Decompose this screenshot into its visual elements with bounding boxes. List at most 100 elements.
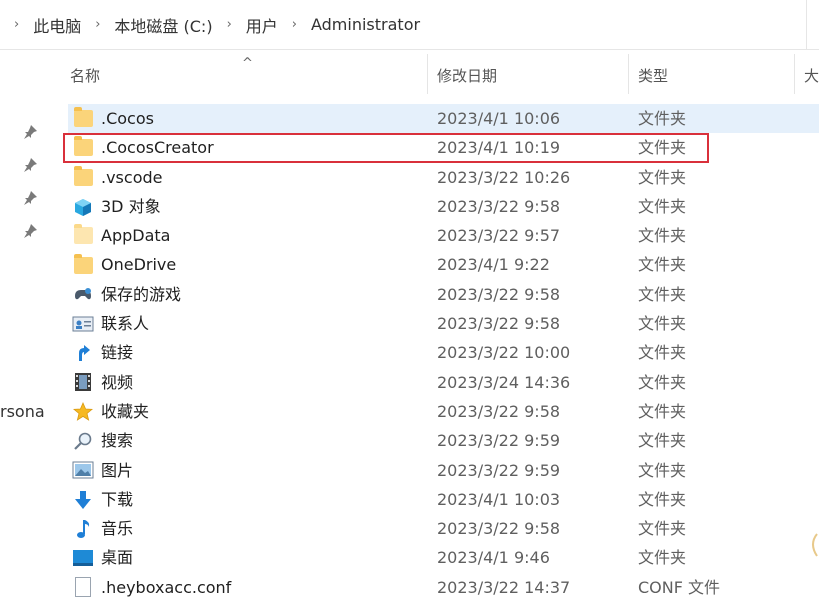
item-date: 2023/3/22 9:57 xyxy=(437,226,561,246)
item-name: 保存的游戏 xyxy=(101,284,182,304)
item-type: 文件夹 xyxy=(638,196,687,216)
list-item[interactable]: 联系人 2023/3/22 9:58 文件夹 xyxy=(68,309,819,338)
list-item[interactable]: .Cocos 2023/4/1 10:06 文件夹 xyxy=(68,104,819,134)
item-type: 文件夹 xyxy=(638,372,687,392)
item-name: 桌面 xyxy=(101,548,134,568)
breadcrumb: › 此电脑 › 本地磁盘 (C:) › 用户 › Administrator xyxy=(0,0,819,50)
file-icon xyxy=(72,576,94,598)
column-header-name[interactable]: 名称 xyxy=(70,50,100,100)
item-date: 2023/3/22 10:00 xyxy=(437,343,571,363)
item-type: 文件夹 xyxy=(638,109,687,128)
breadcrumb-this-pc[interactable]: 此电脑 xyxy=(27,13,87,37)
list-item[interactable]: 音乐 2023/3/22 9:58 文件夹 xyxy=(68,514,819,543)
item-name: 3D 对象 xyxy=(101,196,161,216)
pin-icon[interactable] xyxy=(22,223,38,239)
breadcrumb-expand-chevron-icon[interactable]: › xyxy=(6,17,27,32)
folder-icon xyxy=(72,107,94,130)
column-divider[interactable] xyxy=(427,54,428,94)
list-item[interactable]: 下载 2023/4/1 10:03 文件夹 xyxy=(68,485,819,514)
scroll-edge-decoration xyxy=(812,533,818,557)
breadcrumb-chevron-icon[interactable]: › xyxy=(284,17,305,32)
item-name: AppData xyxy=(101,226,171,246)
desktop-icon xyxy=(72,547,94,569)
item-type: 文件夹 xyxy=(638,284,687,304)
item-type: 文件夹 xyxy=(638,401,687,421)
item-type: 文件夹 xyxy=(638,548,687,568)
list-item[interactable]: 图片 2023/3/22 9:59 文件夹 xyxy=(68,456,819,485)
list-item[interactable]: OneDrive 2023/4/1 9:22 文件夹 xyxy=(68,250,819,279)
item-name: 视频 xyxy=(101,372,134,392)
column-header-type[interactable]: 类型 xyxy=(638,50,668,100)
folder-icon xyxy=(72,136,94,159)
column-divider[interactable] xyxy=(628,54,629,94)
item-date: 2023/3/22 14:37 xyxy=(437,577,571,597)
nav-item-personal-partial[interactable]: rsona xyxy=(0,402,45,421)
breadcrumb-users[interactable]: 用户 xyxy=(240,13,284,37)
list-item[interactable]: 视频 2023/3/24 14:36 文件夹 xyxy=(68,368,819,397)
breadcrumb-local-disk-c[interactable]: 本地磁盘 (C:) xyxy=(108,13,218,37)
list-item[interactable]: 桌面 2023/4/1 9:46 文件夹 xyxy=(68,543,819,572)
list-item[interactable]: 保存的游戏 2023/3/22 9:58 文件夹 xyxy=(68,280,819,309)
list-item[interactable]: 链接 2023/3/22 10:00 文件夹 xyxy=(68,338,819,367)
item-date: 2023/3/22 9:58 xyxy=(437,284,561,304)
item-name: 搜索 xyxy=(101,431,134,451)
downloads-icon xyxy=(72,489,94,511)
column-header-date[interactable]: 修改日期 xyxy=(437,50,497,100)
item-name: .CocosCreator xyxy=(101,138,214,158)
navigation-pane: rsona xyxy=(0,50,60,600)
column-header-size[interactable]: 大 xyxy=(804,50,819,100)
list-item[interactable]: 3D 对象 2023/3/22 9:58 文件夹 xyxy=(68,192,819,221)
breadcrumb-administrator[interactable]: Administrator xyxy=(305,15,426,34)
list-item[interactable]: 收藏夹 2023/3/22 9:58 文件夹 xyxy=(68,397,819,426)
item-type: 文件夹 xyxy=(638,255,687,275)
breadcrumb-chevron-icon[interactable]: › xyxy=(87,17,108,32)
address-bar-edge xyxy=(806,0,819,50)
pin-icon[interactable] xyxy=(22,157,38,173)
list-item[interactable]: .vscode 2023/3/22 10:26 文件夹 xyxy=(68,163,819,192)
item-name: 下载 xyxy=(101,489,134,509)
item-date: 2023/4/1 10:19 xyxy=(437,138,561,158)
column-divider[interactable] xyxy=(794,54,795,94)
item-date: 2023/3/22 9:58 xyxy=(437,519,561,539)
search-icon xyxy=(72,430,94,452)
item-name: 链接 xyxy=(101,343,134,363)
contacts-icon xyxy=(72,313,94,335)
folder-icon xyxy=(72,224,94,247)
item-type: 文件夹 xyxy=(638,314,687,334)
saved-games-icon xyxy=(72,283,94,305)
folder-icon xyxy=(72,165,94,188)
item-name: .heyboxacc.conf xyxy=(101,577,232,597)
item-date: 2023/4/1 9:46 xyxy=(437,548,550,568)
list-item[interactable]: .heyboxacc.conf 2023/3/22 14:37 CONF 文件 xyxy=(68,573,819,602)
item-type: 文件夹 xyxy=(638,138,687,158)
sort-ascending-icon: ^ xyxy=(242,56,253,71)
list-item[interactable]: 搜索 2023/3/22 9:59 文件夹 xyxy=(68,426,819,455)
item-type: 文件夹 xyxy=(638,460,687,480)
item-name: 图片 xyxy=(101,460,134,480)
item-type: 文件夹 xyxy=(638,343,687,363)
item-date: 2023/3/22 9:58 xyxy=(437,401,561,421)
item-name: 联系人 xyxy=(101,314,150,334)
item-name: OneDrive xyxy=(101,255,177,275)
list-item[interactable]: AppData 2023/3/22 9:57 文件夹 xyxy=(68,221,819,250)
pin-icon[interactable] xyxy=(22,190,38,206)
item-type: 文件夹 xyxy=(638,519,687,539)
item-name: 收藏夹 xyxy=(101,401,150,421)
breadcrumb-chevron-icon[interactable]: › xyxy=(219,17,240,32)
list-item[interactable]: .CocosCreator 2023/4/1 10:19 文件夹 xyxy=(68,133,819,162)
item-date: 2023/3/22 9:59 xyxy=(437,460,561,480)
favorites-icon xyxy=(72,401,94,423)
pin-icon[interactable] xyxy=(22,124,38,140)
item-date: 2023/3/22 9:59 xyxy=(437,431,561,451)
item-date: 2023/3/24 14:36 xyxy=(437,372,571,392)
file-list: .Cocos 2023/4/1 10:06 文件夹 .CocosCreator … xyxy=(68,104,819,602)
item-type: 文件夹 xyxy=(638,431,687,451)
column-header-row: ^ 名称 修改日期 类型 大 xyxy=(60,50,819,100)
item-name: .vscode xyxy=(101,167,163,187)
item-date: 2023/3/22 10:26 xyxy=(437,167,571,187)
item-name: .Cocos xyxy=(101,109,154,128)
item-date: 2023/4/1 10:06 xyxy=(437,109,561,128)
item-type: 文件夹 xyxy=(638,489,687,509)
item-date: 2023/3/22 9:58 xyxy=(437,314,561,334)
pictures-icon xyxy=(72,459,94,481)
